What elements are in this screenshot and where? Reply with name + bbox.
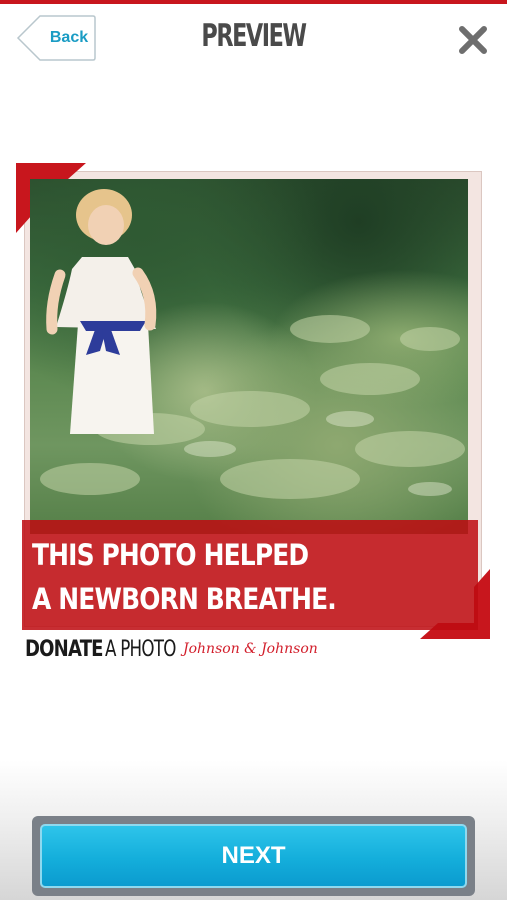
next-button[interactable]: NEXT [40,824,467,888]
sponsor-logo: Johnson & Johnson [183,641,318,657]
banner-line-2: A NEWBORN BREATHE. [32,582,337,616]
header: Back PREVIEW [0,4,507,74]
brand-donate: DONATE [25,637,103,662]
close-icon[interactable] [455,22,491,58]
brand-line: DONATE A PHOTO Johnson & Johnson [25,637,318,665]
photo-girl-in-garden [40,189,465,499]
banner-line-1: THIS PHOTO HELPED [32,538,309,572]
page-title: PREVIEW [201,18,307,54]
banner-text: THIS PHOTO HELPED A NEWBORN BREATHE. [32,533,393,621]
brand-a-photo: A PHOTO [105,637,176,662]
preview-photo [30,179,468,534]
